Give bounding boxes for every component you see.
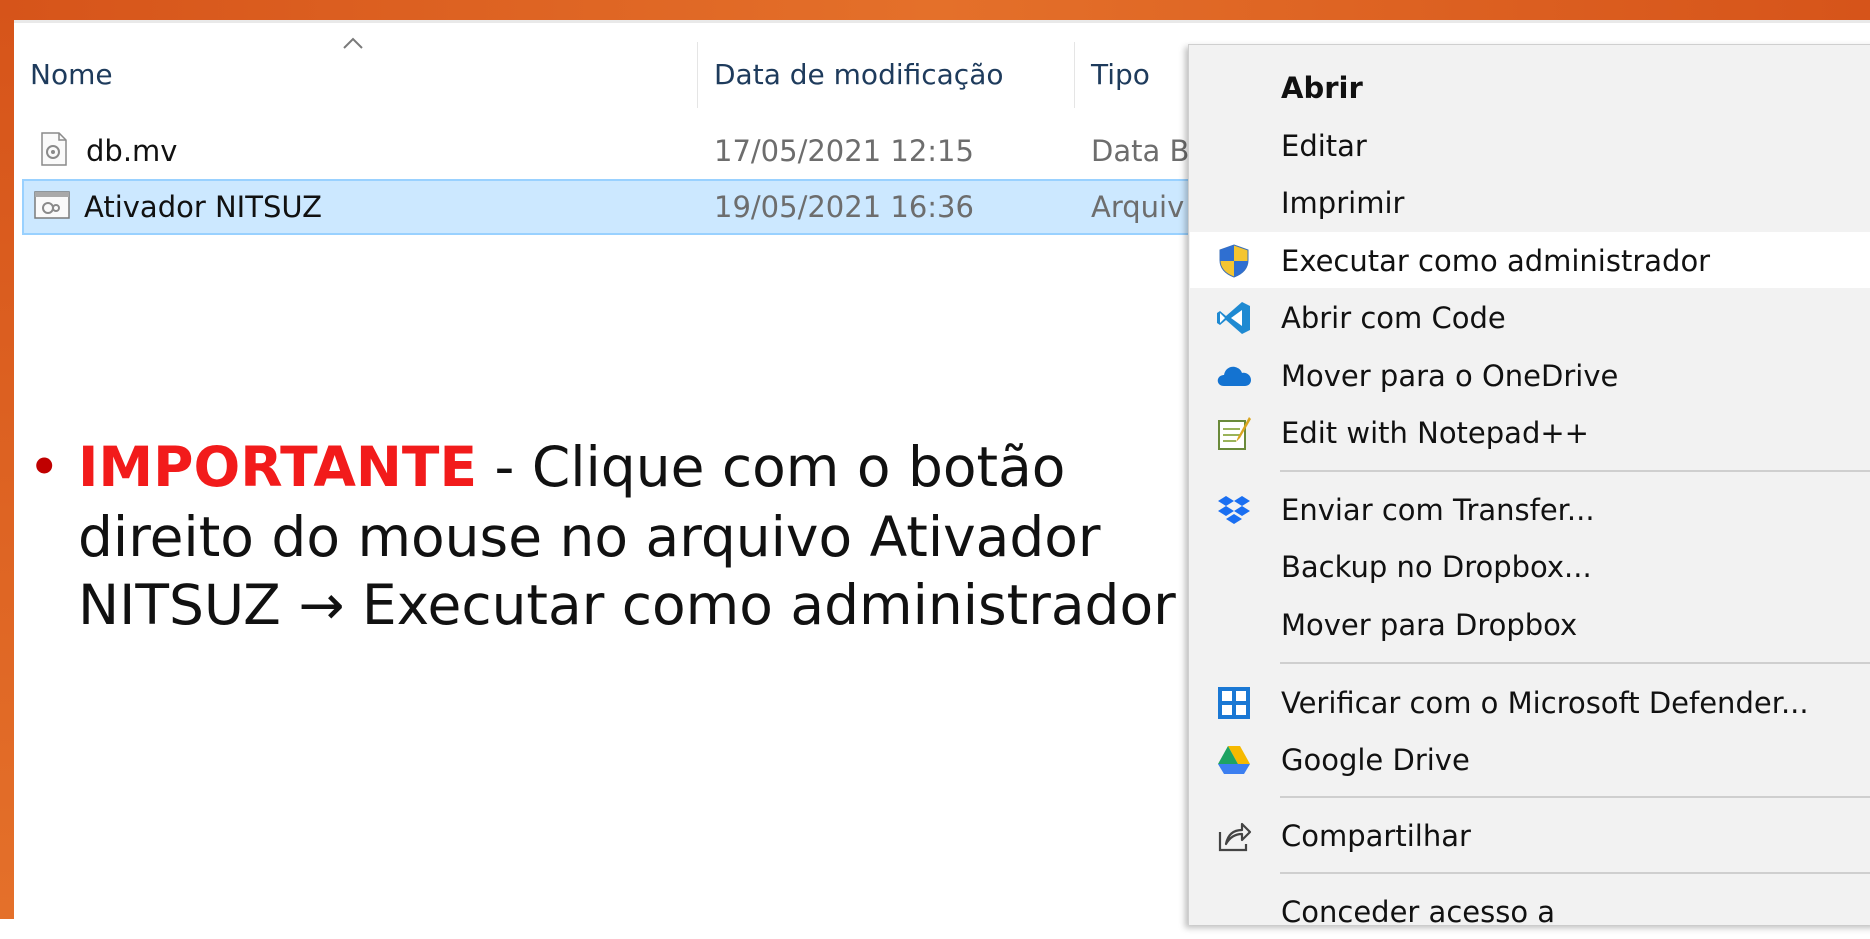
sort-ascending-icon (343, 37, 363, 49)
menu-item-send-transfer[interactable]: Enviar com Transfer... (1190, 481, 1870, 537)
menu-item-label: Abrir (1281, 71, 1363, 105)
menu-item-label: Mover para Dropbox (1281, 608, 1578, 642)
menu-item-share[interactable]: Compartilhar (1190, 807, 1870, 863)
file-row-ativador-selected[interactable]: Ativador NITSUZ 19/05/2021 16:36 Arquiv (22, 179, 1322, 235)
menu-item-label: Abrir com Code (1281, 301, 1506, 335)
important-label: IMPORTANTE (77, 435, 478, 499)
instruction-line-2: direito do mouse no arquivo Ativador (78, 505, 1101, 569)
slide-frame-top (0, 0, 1870, 20)
file-name: Ativador NITSUZ (84, 190, 322, 224)
menu-item-run-as-admin[interactable]: Executar como administrador (1190, 232, 1870, 288)
file-modified: 17/05/2021 12:15 (714, 134, 974, 168)
menu-separator (1280, 470, 1870, 472)
menu-item-grant-access[interactable]: Conceder acesso a (1190, 883, 1870, 939)
menu-item-google-drive[interactable]: Google Drive (1190, 731, 1870, 787)
menu-item-move-dropbox[interactable]: Mover para Dropbox (1190, 596, 1870, 652)
menu-item-scan-defender[interactable]: Verificar com o Microsoft Defender... (1190, 674, 1870, 730)
file-icon (41, 132, 67, 166)
menu-item-open[interactable]: Abrir (1190, 59, 1870, 115)
google-drive-icon (1218, 746, 1250, 774)
file-modified: 19/05/2021 16:36 (714, 190, 974, 224)
slide-frame-left (0, 0, 14, 919)
share-icon (1218, 822, 1252, 852)
menu-item-label: Enviar com Transfer... (1281, 493, 1595, 527)
instruction-text: - Clique com o botão (477, 435, 1066, 499)
menu-separator (1280, 872, 1870, 874)
uac-shield-icon (1219, 244, 1249, 278)
menu-separator (1280, 662, 1870, 664)
instruction-line-3: NITSUZ → Executar como administrador (78, 573, 1176, 637)
file-name: db.mv (86, 134, 178, 168)
menu-item-label: Mover para o OneDrive (1281, 359, 1619, 393)
menu-item-backup-dropbox[interactable]: Backup no Dropbox... (1190, 538, 1870, 594)
menu-item-print[interactable]: Imprimir (1190, 174, 1870, 230)
file-type: Arquiv (1091, 190, 1185, 224)
menu-item-move-onedrive[interactable]: Mover para o OneDrive (1190, 347, 1870, 403)
menu-item-label: Backup no Dropbox... (1281, 550, 1592, 584)
context-menu: Abrir Editar Imprimir Executar como admi… (1188, 44, 1870, 929)
menu-item-label: Edit with Notepad++ (1281, 416, 1589, 450)
defender-shield-icon (1218, 687, 1250, 719)
column-header-modified[interactable]: Data de modificação (714, 58, 1004, 91)
menu-item-label: Executar como administrador (1281, 244, 1711, 278)
column-header-type[interactable]: Tipo (1091, 58, 1150, 91)
menu-item-label: Verificar com o Microsoft Defender... (1281, 686, 1809, 720)
application-icon (34, 191, 70, 219)
menu-item-edit[interactable]: Editar (1190, 117, 1870, 173)
menu-item-label: Google Drive (1281, 743, 1470, 777)
dropbox-icon (1218, 496, 1250, 524)
notepad-plus-plus-icon (1218, 417, 1251, 450)
file-row-db[interactable]: db.mv 17/05/2021 12:15 Data Ba (22, 124, 1322, 180)
column-header-name[interactable]: Nome (30, 58, 113, 91)
onedrive-cloud-icon (1217, 366, 1251, 386)
menu-item-open-with-code[interactable]: Abrir com Code (1190, 289, 1870, 345)
menu-separator (1280, 796, 1870, 798)
menu-item-label: Editar (1281, 129, 1367, 163)
bullet-marker: • (28, 435, 78, 499)
menu-item-edit-notepad[interactable]: Edit with Notepad++ (1190, 404, 1870, 460)
instruction-line-1: • IMPORTANTE - Clique com o botão (28, 435, 1065, 499)
window-top-border (14, 20, 1870, 23)
column-separator[interactable] (1074, 42, 1075, 108)
menu-item-label: Compartilhar (1281, 819, 1471, 853)
menu-item-label: Conceder acesso a (1281, 895, 1556, 929)
menu-item-label: Imprimir (1281, 186, 1405, 220)
column-separator[interactable] (697, 42, 698, 108)
vscode-icon (1217, 302, 1250, 334)
